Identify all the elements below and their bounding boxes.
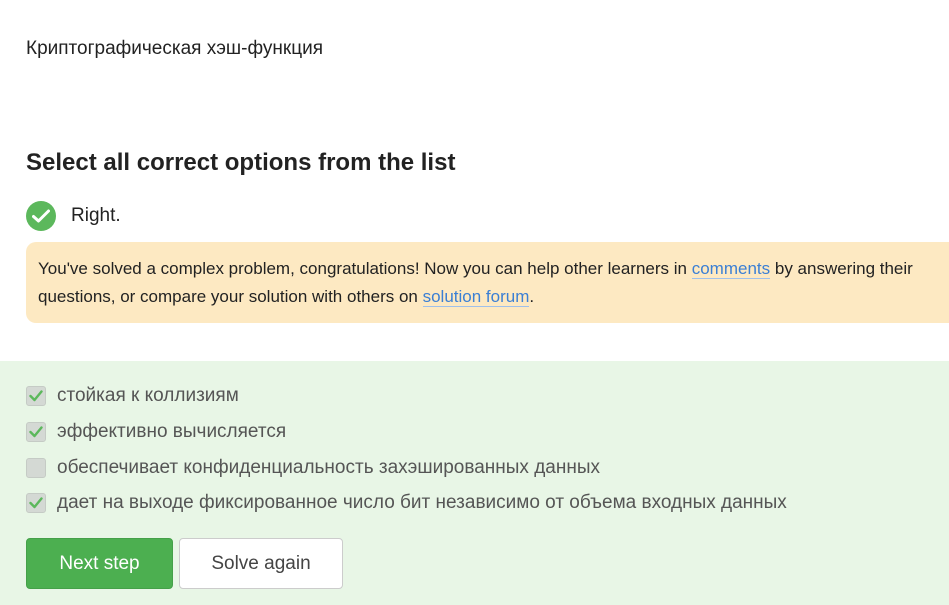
option-label: обеспечивает конфиденциальность захэширо… (57, 457, 600, 478)
congrats-notice: You've solved a complex problem, congrat… (26, 242, 949, 323)
congrats-text-before: You've solved a complex problem, congrat… (38, 259, 692, 278)
checkbox-checked[interactable] (26, 493, 46, 513)
next-step-button[interactable]: Next step (26, 538, 173, 589)
question-title: Select all correct options from the list (26, 149, 456, 176)
congrats-text-after: . (529, 287, 535, 306)
option-item[interactable]: эффективно вычисляется (26, 421, 286, 443)
step-topic: Криптографическая хэш-функция (26, 38, 324, 59)
verdict-text: Right. (71, 205, 121, 226)
checkbox-checked[interactable] (26, 386, 46, 406)
checkbox-checked[interactable] (26, 422, 46, 442)
verdict: Right. (26, 201, 121, 231)
option-item[interactable]: дает на выходе фиксированное число бит н… (26, 492, 787, 514)
check-circle-icon (26, 201, 56, 231)
checkbox-unchecked[interactable] (26, 458, 46, 478)
option-item[interactable]: обеспечивает конфиденциальность захэширо… (26, 457, 600, 479)
checkmark-icon (29, 426, 43, 438)
solve-again-button[interactable]: Solve again (179, 538, 343, 589)
option-label: эффективно вычисляется (57, 421, 287, 442)
option-item[interactable]: стойкая к коллизиям (26, 385, 239, 407)
step-page: Криптографическая хэш-функция Select all… (0, 0, 949, 605)
comments-link[interactable]: comments (691, 259, 771, 279)
checkmark-icon (29, 497, 43, 509)
checkmark-icon (29, 390, 43, 402)
option-label: дает на выходе фиксированное число бит н… (57, 492, 787, 513)
option-label: стойкая к коллизиям (57, 385, 239, 406)
solution-forum-link[interactable]: solution forum (422, 287, 530, 307)
